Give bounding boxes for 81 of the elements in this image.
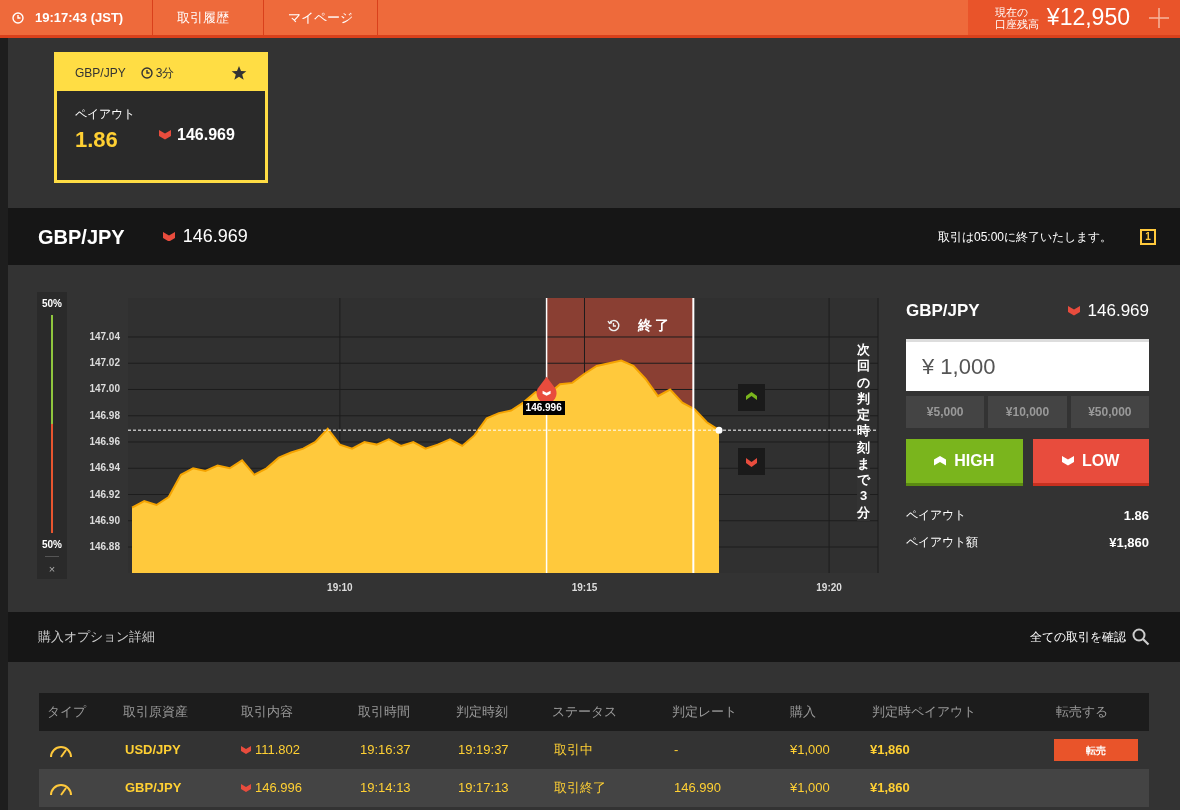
column-header: タイプ xyxy=(47,703,86,722)
card-rate: 146.969 xyxy=(177,125,235,145)
y-axis-label: 146.96 xyxy=(89,436,120,447)
column-header: 取引原資産 xyxy=(123,703,188,722)
table-cell-text: ¥1,860 xyxy=(870,779,910,798)
history-icon xyxy=(606,319,620,332)
asset-pair: GBP/JPY xyxy=(38,224,125,250)
column-header: 判定時ペイアウト xyxy=(872,703,976,722)
table-cell-text: 取引終了 xyxy=(554,779,606,798)
y-axis-label: 147.00 xyxy=(89,383,120,395)
y-axis-label: 146.88 xyxy=(89,541,120,552)
close-button[interactable]: × xyxy=(48,560,56,579)
amount-field[interactable]: ¥ 1,000 xyxy=(906,339,1149,391)
table-cell-text: 19:14:13 xyxy=(360,779,411,798)
table-cell-text: 19:16:37 xyxy=(360,741,411,760)
payout-label: ペイアウト xyxy=(75,106,135,123)
low-percentage: 50% xyxy=(42,537,62,552)
card-pair: GBP/JPY xyxy=(75,65,126,82)
high-percentage: 50% xyxy=(42,297,62,311)
section-title: 購入オプション詳細 xyxy=(38,628,155,647)
x-axis-label: 19:10 xyxy=(327,582,353,592)
asset-rate: 146.969 xyxy=(182,225,248,248)
expiry-label: 終了 xyxy=(637,316,672,335)
table-cell-text: 146.996 xyxy=(255,779,302,798)
preset-amount-button[interactable]: ¥10,000 xyxy=(988,396,1067,428)
column-header: 判定レート xyxy=(672,703,737,722)
stat-value: 1.86 xyxy=(1123,507,1149,525)
balance-label: 現在の 口座残高 xyxy=(994,5,1039,30)
balance-amount: ¥12,950 xyxy=(1046,3,1130,33)
table-cell-text: 19:17:13 xyxy=(458,779,509,798)
payout-value: 1.86 xyxy=(75,126,119,154)
order-rate: 146.969 xyxy=(1087,300,1149,323)
preset-amount-button[interactable]: ¥50,000 xyxy=(1070,396,1149,428)
column-header: 判定時刻 xyxy=(456,703,508,722)
countdown-text: 次回の判定時刻まで3分 xyxy=(857,342,870,521)
card-duration: 3分 xyxy=(155,65,175,82)
star-icon[interactable] xyxy=(231,65,247,81)
low-button[interactable]: LOW xyxy=(1032,439,1149,486)
y-axis-label: 146.92 xyxy=(89,488,120,500)
column-header: 購入 xyxy=(790,703,816,722)
table-cell-text: ¥1,000 xyxy=(790,779,830,798)
table-cell-text: 取引中 xyxy=(554,741,593,760)
down-chevron-icon xyxy=(1062,456,1075,466)
current-price-dot xyxy=(715,426,723,434)
stat-label: ペイアウト xyxy=(906,507,966,524)
open-trades-badge[interactable]: 1 xyxy=(1140,228,1156,245)
table-cell-text: 111.802 xyxy=(255,741,301,760)
table-cell-text: - xyxy=(674,741,679,760)
table-cell-text: ¥1,000 xyxy=(790,741,830,760)
order-pair: GBP/JPY xyxy=(906,300,980,323)
clock-time: 19:17:43 (JST) xyxy=(35,8,124,27)
nav-link[interactable]: マイページ xyxy=(264,0,378,35)
stat-label: ペイアウト額 xyxy=(906,533,978,551)
clock-icon xyxy=(140,67,153,79)
y-axis-label: 146.90 xyxy=(89,514,120,526)
table-cell-text: ¥1,860 xyxy=(870,741,910,760)
resell-button[interactable]: 転売 xyxy=(1054,739,1138,761)
x-axis-label: 19:20 xyxy=(816,582,842,592)
column-header: ステータス xyxy=(552,703,617,722)
stat-value: ¥1,860 xyxy=(1109,533,1149,552)
up-chevron-icon xyxy=(934,456,947,466)
y-axis-label: 146.98 xyxy=(89,409,120,421)
y-axis-label: 146.94 xyxy=(89,462,120,474)
table-cell-text: GBP/JPY xyxy=(125,779,182,798)
search-icon[interactable] xyxy=(1132,628,1150,646)
column-header: 取引内容 xyxy=(241,703,293,722)
y-axis-label: 147.04 xyxy=(89,331,120,342)
nav-link[interactable]: 取引履歴 xyxy=(153,0,264,35)
high-button[interactable]: HIGH xyxy=(906,439,1023,486)
column-header: 取引時間 xyxy=(358,703,410,722)
x-axis-label: 19:15 xyxy=(571,582,598,592)
table-cell-text: 19:19:37 xyxy=(458,741,509,760)
closing-notice: 取引は05:00に終了いたします。 xyxy=(937,228,1112,246)
table-cell-text: 146.990 xyxy=(674,779,721,798)
table-cell-text: USD/JPY xyxy=(125,741,181,760)
y-axis-label: 147.02 xyxy=(89,357,120,369)
preset-amount-button[interactable]: ¥5,000 xyxy=(906,396,985,428)
view-all-link[interactable]: 全ての取引を確認 xyxy=(1030,628,1126,646)
favorite-card[interactable]: GBP/JPY 3分 ペイアウト 1.86 146.969 xyxy=(54,52,268,183)
clock-icon xyxy=(12,11,24,24)
column-header: 転売する xyxy=(1056,703,1108,722)
